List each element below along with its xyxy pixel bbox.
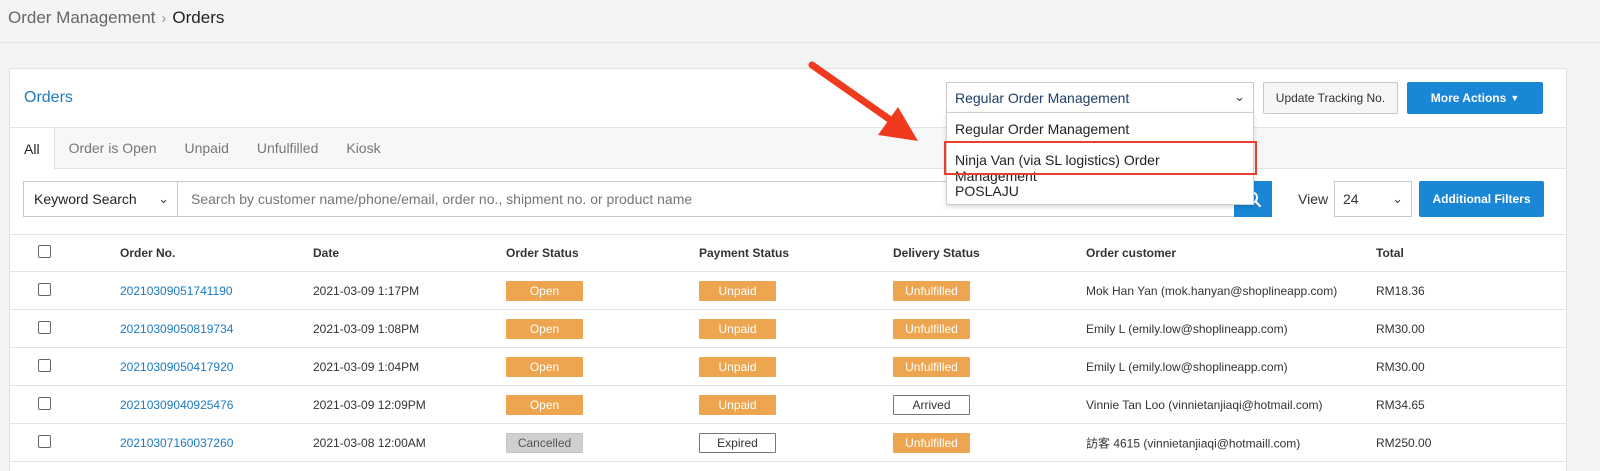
- breadcrumb-current: Orders: [172, 8, 225, 27]
- order-status-badge: Open: [506, 280, 583, 301]
- payment-status-badge: Unpaid: [699, 318, 776, 339]
- order-status-badge: Cancelled: [506, 432, 583, 453]
- order-date: 2021-03-09 1:08PM: [313, 321, 420, 336]
- view-count-value: 24: [1343, 191, 1359, 207]
- order-status-badge: Open: [506, 394, 583, 415]
- row-checkbox[interactable]: [38, 282, 51, 296]
- order-management-select[interactable]: Regular Order Management ⌄: [946, 82, 1254, 113]
- order-number-link[interactable]: 20210309051741190: [120, 284, 233, 298]
- order-status-badge: Open: [506, 318, 583, 339]
- header-delivery-status: Delivery Status: [893, 246, 980, 260]
- orders-card: Orders Regular Order Management ⌄ Update…: [9, 68, 1567, 471]
- chevron-down-icon: ⌄: [158, 191, 169, 206]
- order-management-select-value: Regular Order Management: [955, 90, 1130, 106]
- row-checkbox[interactable]: [38, 434, 51, 448]
- row-check-cell: [38, 396, 51, 413]
- delivery-status-badge: Unfulfilled: [893, 280, 970, 301]
- tab-order-is-open[interactable]: Order is Open: [55, 128, 171, 168]
- row-checkbox[interactable]: [38, 396, 51, 410]
- order-management-dropdown: Regular Order Management Ninja Van (via …: [946, 112, 1254, 205]
- delivery-status-badge: Unfulfilled: [893, 356, 970, 377]
- order-total: RM30.00: [1376, 321, 1425, 336]
- order-number-link[interactable]: 20210309050417920: [120, 360, 233, 374]
- header-order-customer: Order customer: [1086, 246, 1177, 260]
- row-check-cell: [38, 358, 51, 375]
- breadcrumb-parent[interactable]: Order Management: [8, 8, 155, 28]
- table-header: Order No. Date Order Status Payment Stat…: [10, 234, 1566, 272]
- order-total: RM18.36: [1376, 283, 1425, 298]
- header-date: Date: [313, 246, 340, 260]
- delivery-status-badge: Arrived: [893, 394, 970, 415]
- header-total: Total: [1376, 246, 1404, 260]
- header-payment-status: Payment Status: [699, 246, 790, 260]
- breadcrumb: Order Management › Orders: [8, 8, 224, 28]
- header-divider: [0, 42, 1600, 43]
- row-checkbox[interactable]: [38, 358, 51, 372]
- header-order-status: Order Status: [506, 246, 579, 260]
- annotation-arrow-icon: [808, 61, 918, 141]
- view-count-select[interactable]: 24 ⌄: [1334, 181, 1412, 217]
- additional-filters-button[interactable]: Additional Filters: [1419, 181, 1544, 217]
- delivery-status-badge: Unfulfilled: [893, 432, 970, 453]
- row-check-cell: [38, 282, 51, 299]
- order-total: RM34.65: [1376, 397, 1425, 412]
- order-date: 2021-03-08 12:00AM: [313, 435, 426, 450]
- breadcrumb-separator: ›: [161, 9, 167, 27]
- update-tracking-label: Update Tracking No.: [1275, 91, 1386, 105]
- order-customer: Emily L (emily.low@shoplineapp.com): [1086, 321, 1288, 336]
- select-all-cell: [38, 245, 51, 261]
- order-number-link[interactable]: 20210309040925476: [120, 398, 233, 412]
- payment-status-badge: Unpaid: [699, 280, 776, 301]
- payment-status-badge: Unpaid: [699, 394, 776, 415]
- payment-status-badge: Unpaid: [699, 356, 776, 377]
- search-mode-select[interactable]: Keyword Search ⌄: [23, 181, 178, 217]
- order-date: 2021-03-09 12:09PM: [313, 397, 426, 412]
- order-number-link[interactable]: 20210307160037260: [120, 436, 233, 450]
- caret-down-icon: ▼: [1510, 93, 1520, 103]
- order-total: RM250.00: [1376, 435, 1432, 450]
- delivery-status-badge: Unfulfilled: [893, 318, 970, 339]
- table-row[interactable]: 20210307160037260 2021-03-08 12:00AM Can…: [10, 424, 1566, 462]
- dropdown-option-ninja-van[interactable]: Ninja Van (via SL logistics) Order Manag…: [947, 144, 1253, 184]
- order-number-link[interactable]: 20210309050819734: [120, 322, 233, 336]
- table-row[interactable]: 20210309050819734 2021-03-09 1:08PM Open…: [10, 310, 1566, 348]
- chevron-down-icon: ⌄: [1234, 89, 1245, 104]
- order-date: 2021-03-09 1:04PM: [313, 359, 420, 374]
- chevron-down-icon: ⌄: [1392, 191, 1403, 206]
- tab-unpaid[interactable]: Unpaid: [171, 128, 243, 168]
- order-customer: Mok Han Yan (mok.hanyan@shoplineapp.com): [1086, 283, 1338, 298]
- order-customer: Vinnie Tan Loo (vinnietanjiaqi@hotmail.c…: [1086, 397, 1323, 412]
- order-customer: Emily L (emily.low@shoplineapp.com): [1086, 359, 1288, 374]
- select-all-checkbox[interactable]: [38, 245, 51, 258]
- table-row[interactable]: 20210309050417920 2021-03-09 1:04PM Open…: [10, 348, 1566, 386]
- table-row[interactable]: 20210309051741190 2021-03-09 1:17PM Open…: [10, 272, 1566, 310]
- order-total: RM30.00: [1376, 359, 1425, 374]
- view-label: View: [1298, 191, 1329, 207]
- tab-unfulfilled[interactable]: Unfulfilled: [243, 128, 332, 168]
- row-check-cell: [38, 434, 51, 451]
- search-mode-value: Keyword Search: [34, 191, 137, 207]
- table-row[interactable]: 20210309040925476 2021-03-09 12:09PM Ope…: [10, 386, 1566, 424]
- payment-status-badge: Expired: [699, 432, 776, 453]
- order-customer: 訪客 4615 (vinnietanjiaqi@hotmaill.com): [1086, 436, 1301, 450]
- row-checkbox[interactable]: [38, 320, 51, 334]
- tab-all[interactable]: All: [10, 128, 55, 169]
- row-check-cell: [38, 320, 51, 337]
- order-status-badge: Open: [506, 356, 583, 377]
- dropdown-option-regular[interactable]: Regular Order Management: [947, 113, 1253, 144]
- update-tracking-button[interactable]: Update Tracking No.: [1263, 82, 1398, 114]
- more-actions-button[interactable]: More Actions ▼: [1407, 82, 1543, 114]
- card-title: Orders: [24, 89, 73, 106]
- header-order-no: Order No.: [120, 246, 176, 260]
- additional-filters-label: Additional Filters: [1432, 192, 1531, 206]
- orders-table: Order No. Date Order Status Payment Stat…: [10, 234, 1566, 462]
- order-date: 2021-03-09 1:17PM: [313, 283, 420, 298]
- tab-kiosk[interactable]: Kiosk: [332, 128, 394, 168]
- order-tabs: All Order is Open Unpaid Unfulfilled Kio…: [10, 127, 1566, 169]
- more-actions-label: More Actions: [1430, 91, 1507, 105]
